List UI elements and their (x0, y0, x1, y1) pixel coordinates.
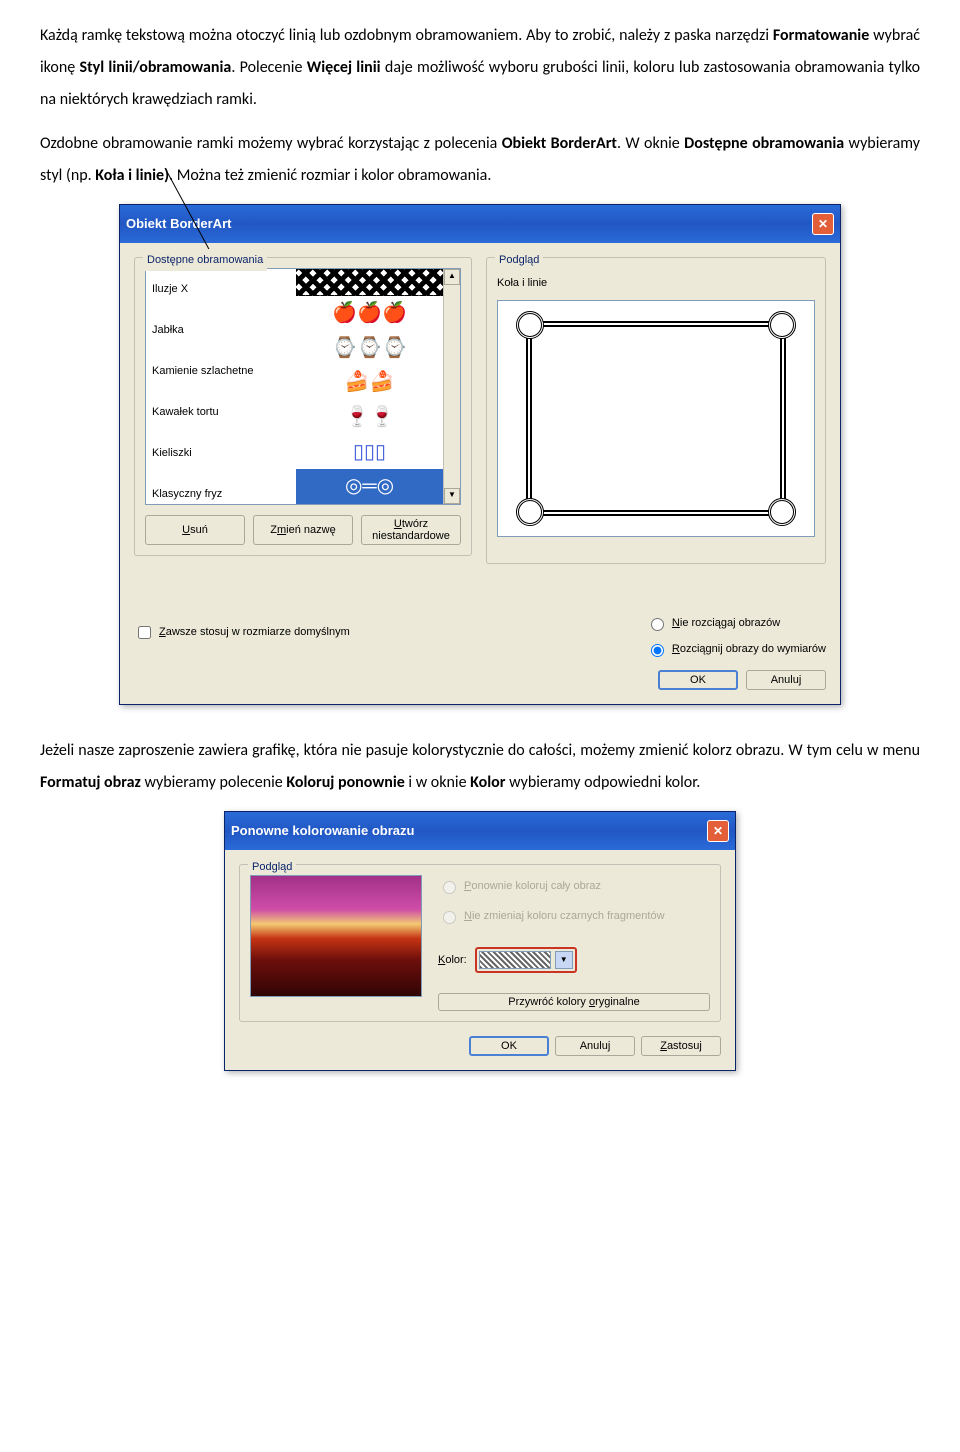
text-bold: Formatuj obraz (40, 773, 141, 792)
close-icon[interactable]: ✕ (707, 820, 729, 842)
text: . Polecenie (231, 58, 306, 77)
text-bold: Więcej linii (307, 58, 381, 77)
color-label: Kolor: (438, 949, 467, 971)
image-preview (250, 875, 422, 997)
scroll-down-icon[interactable]: ▼ (444, 488, 460, 504)
text: wybieramy odpowiedni kolor. (505, 773, 700, 792)
list-item[interactable]: Kawałek tortu (146, 392, 296, 433)
preview-style-name: Koła i linie (497, 272, 815, 294)
scroll-up-icon[interactable]: ▲ (444, 269, 460, 285)
checkbox-label: Zawsze stosuj w rozmiarze domyślnym (159, 621, 350, 643)
group-legend: Podgląd (495, 249, 543, 271)
radio-input (443, 911, 456, 924)
borderart-dialog: Obiekt BorderArt ✕ Dostępne obramowania … (119, 204, 841, 705)
preview-corner-icon (516, 311, 544, 339)
border-preview (497, 300, 815, 537)
thumb-icon: 🍰🍰 (296, 366, 443, 401)
dialog-title: Ponowne kolorowanie obrazu (231, 818, 414, 844)
text: wybieramy polecenie (141, 773, 287, 792)
thumbnails: 🍎🍎🍎 ⌚⌚⌚ 🍰🍰 🍷🍷 ▯▯▯ ◎═◎ (296, 269, 443, 504)
rename-button[interactable]: Zmień nazwę (253, 515, 353, 545)
group-legend: Dostępne obramowania (143, 249, 267, 271)
restore-colors-button[interactable]: Przywróć kolory oryginalne (438, 993, 710, 1011)
ok-button[interactable]: OK (469, 1036, 549, 1056)
list-item[interactable]: Klasyczny fryz (146, 474, 296, 505)
titlebar: Obiekt BorderArt ✕ (120, 205, 840, 243)
preview-corner-icon (768, 311, 796, 339)
list-item[interactable]: Iluzje X (146, 269, 296, 310)
radio-label: Rozciągnij obrazy do wymiarów (672, 638, 826, 660)
cancel-button[interactable]: Anuluj (746, 670, 826, 690)
text: i w oknie (405, 773, 470, 792)
text-bold: Kolor (470, 773, 505, 792)
radio-label: Nie zmieniaj koloru czarnych fragmentów (464, 905, 665, 927)
text-bold: Formatowanie (773, 26, 869, 45)
list-item[interactable]: Kamienie szlachetne (146, 351, 296, 392)
text: Jeżeli nasze zaproszenie zawiera grafikę… (40, 741, 920, 760)
text-bold: Styl linii/obramowania (80, 58, 232, 77)
radio-input (443, 881, 456, 894)
default-size-checkbox[interactable]: Zawsze stosuj w rozmiarze domyślnym (134, 621, 350, 643)
create-custom-button[interactable]: Utwórz niestandardowe (361, 515, 461, 545)
thumb-icon: 🍎🍎🍎 (296, 296, 443, 331)
text-bold: Dostępne obramowania (684, 134, 844, 153)
text: Ozdobne obramowanie ramki możemy wybrać … (40, 134, 502, 153)
text: Każdą ramkę tekstową można otoczyć linią… (40, 26, 773, 45)
text: . Można też zmienić rozmiar i kolor obra… (169, 166, 491, 185)
thumb-icon: ⌚⌚⌚ (296, 331, 443, 366)
list-item[interactable]: Kieliszki (146, 433, 296, 474)
radio-label: Nie rozciągaj obrazów (672, 612, 780, 634)
preview-group: Podgląd Ponownie koloruj cały obraz Nie … (239, 864, 721, 1022)
color-swatch-icon (479, 951, 551, 969)
radio-label: Ponownie koloruj cały obraz (464, 875, 601, 897)
paragraph-3: Jeżeli nasze zaproszenie zawiera grafikę… (40, 735, 920, 799)
radio-recolor-whole: Ponownie koloruj cały obraz (438, 875, 710, 897)
scrollbar[interactable]: ▲ ▼ (443, 269, 460, 504)
text-bold: Koła i linie) (95, 166, 169, 185)
border-style-list[interactable]: Iluzje X Jabłka Kamienie szlachetne Kawa… (145, 268, 461, 505)
radio-input[interactable] (651, 644, 664, 657)
btn-label: suń (190, 524, 208, 536)
radio-keep-black: Nie zmieniaj koloru czarnych fragmentów (438, 905, 710, 927)
delete-button[interactable]: Usuń (145, 515, 245, 545)
paragraph-1: Każdą ramkę tekstową można otoczyć linią… (40, 20, 920, 116)
chevron-down-icon[interactable]: ▼ (555, 951, 573, 969)
ok-button[interactable]: OK (658, 670, 738, 690)
thumb-icon: ▯▯▯ (296, 435, 443, 470)
close-icon[interactable]: ✕ (812, 213, 834, 235)
recolor-dialog: Ponowne kolorowanie obrazu ✕ Podgląd Pon… (224, 811, 736, 1071)
list-item[interactable]: Jabłka (146, 310, 296, 351)
text: . W oknie (617, 134, 684, 153)
radio-nostretch[interactable]: Nie rozciągaj obrazów (646, 612, 826, 634)
dialog-title: Obiekt BorderArt (126, 211, 231, 237)
preview-group: Podgląd Koła i linie (486, 257, 826, 564)
paragraph-2: Ozdobne obramowanie ramki możemy wybrać … (40, 128, 920, 192)
checkbox-input[interactable] (138, 626, 151, 639)
apply-button[interactable]: Zastosuj (641, 1036, 721, 1056)
radio-input[interactable] (651, 618, 664, 631)
cancel-button[interactable]: Anuluj (555, 1036, 635, 1056)
thumb-icon: 🍷🍷 (296, 400, 443, 435)
radio-stretch[interactable]: Rozciągnij obrazy do wymiarów (646, 638, 826, 660)
titlebar: Ponowne kolorowanie obrazu ✕ (225, 812, 735, 850)
thumb-icon: ◎═◎ (296, 469, 443, 504)
preview-corner-icon (516, 498, 544, 526)
preview-corner-icon (768, 498, 796, 526)
available-frames-group: Dostępne obramowania Iluzje X Jabłka Kam… (134, 257, 472, 556)
text-bold: Koloruj ponownie (286, 773, 404, 792)
color-dropdown[interactable]: ▼ (475, 947, 577, 973)
text-bold: Obiekt BorderArt (502, 134, 617, 153)
